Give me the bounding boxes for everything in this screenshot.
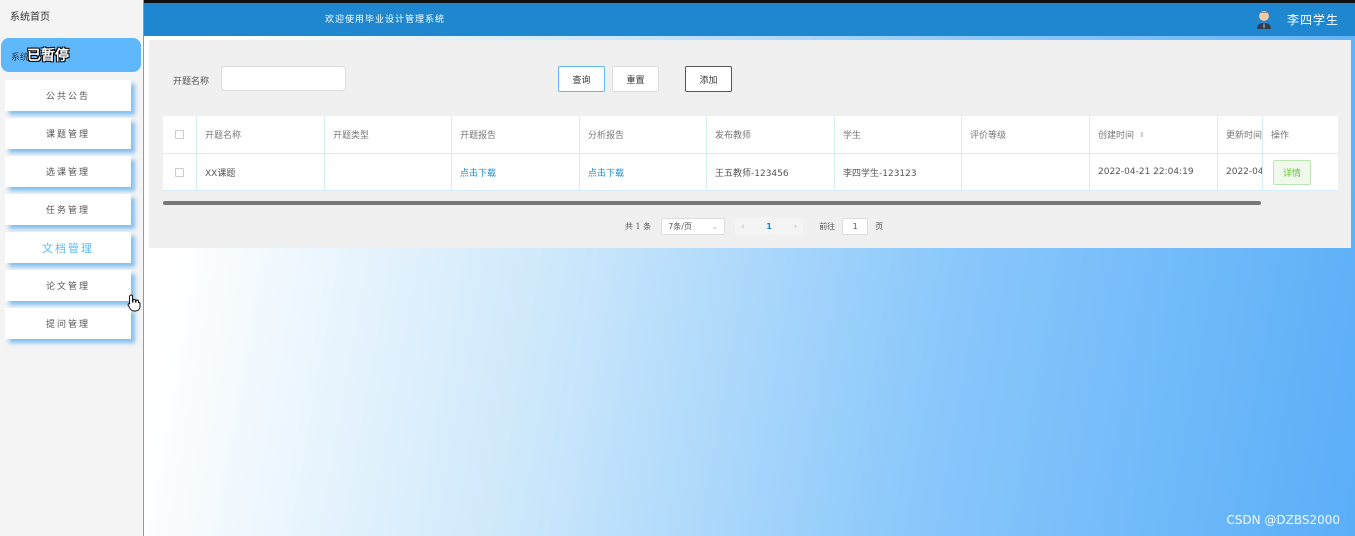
row-checkbox[interactable] (175, 167, 184, 177)
cell-updated-time: 2022-04 (1218, 154, 1263, 190)
csdn-watermark: CSDN @DZBS2000 (1226, 513, 1340, 527)
header-topic-name: 开题名称 (197, 116, 325, 153)
hand-cursor-icon (127, 294, 141, 312)
cell-teacher: 王五教师-123456 (707, 154, 835, 190)
header-updated-time: 更新时间 (1218, 116, 1263, 153)
header-title: 欢迎使用毕业设计管理系统 (325, 15, 446, 25)
next-page-icon[interactable]: › (794, 222, 798, 232)
download-analysis-report-link[interactable]: 点击下载 (588, 166, 624, 179)
cell-created-time: 2022-04-21 22:04:19 (1090, 154, 1218, 190)
cell-grade (962, 154, 1090, 190)
add-button[interactable]: 添加 (685, 66, 732, 92)
header-created-time[interactable]: 创建时间 ⇕ (1090, 116, 1218, 153)
sidebar-home-link[interactable]: 系统首页 (0, 0, 143, 36)
content-panel: 开题名称 查询 重置 添加 开题名称 开题类型 开题报告 分析报告 发布教师 学… (149, 40, 1351, 248)
table-horizontal-scrollbar[interactable] (163, 201, 1261, 205)
page-size-select[interactable]: 7条/页 ⌄ (661, 218, 726, 235)
reset-button[interactable]: 重置 (612, 66, 659, 92)
sidebar-item-papers[interactable]: 论文管理 (5, 270, 131, 301)
search-label: 开题名称 (173, 77, 210, 87)
pagination-total: 共 1 条 (625, 222, 652, 231)
sidebar-active-section[interactable]: 系统 已暂停 (1, 38, 141, 72)
goto-suffix: 页 (875, 222, 884, 231)
sidebar-item-course-selection[interactable]: 选课管理 (5, 156, 131, 187)
sidebar-item-documents[interactable]: 文档管理 (5, 232, 131, 263)
sidebar-item-questions[interactable]: 提问管理 (5, 308, 131, 339)
sidebar: 系统首页 系统 已暂停 公共公告 课题管理 选课管理 任务管理 文档管理 论文管… (0, 0, 144, 536)
pagination: 共 1 条 7条/页 ⌄ ‹ 1 › 前往 1 页 (625, 218, 883, 235)
top-header: 欢迎使用毕业设计管理系统 李四学生 (144, 0, 1355, 36)
query-button[interactable]: 查询 (558, 66, 605, 92)
user-avatar-icon (1256, 11, 1271, 29)
table-row: XX课题 点击下载 点击下载 王五教师-123456 李四学生-123123 2… (163, 154, 1338, 191)
sidebar-item-tasks[interactable]: 任务管理 (5, 194, 131, 225)
cell-student: 李四学生-123123 (835, 154, 962, 190)
cell-actions: 详情 (1263, 154, 1338, 190)
topic-name-search-input[interactable] (221, 66, 346, 91)
cell-topic-report: 点击下载 (452, 154, 580, 190)
select-all-checkbox[interactable] (175, 130, 184, 139)
sidebar-menu: 公共公告 课题管理 选课管理 任务管理 文档管理 论文管理 提问管理 (5, 80, 131, 346)
sort-icon[interactable]: ⇕ (1139, 131, 1145, 139)
main-content: 开题名称 查询 重置 添加 开题名称 开题类型 开题报告 分析报告 发布教师 学… (144, 36, 1355, 536)
goto-page-input[interactable]: 1 (842, 218, 869, 235)
header-actions: 操作 (1271, 131, 1290, 141)
header-created-label: 创建时间 (1098, 131, 1135, 141)
header-user[interactable]: 李四学生 (1255, 9, 1339, 29)
prev-page-icon[interactable]: ‹ (741, 222, 745, 232)
detail-button[interactable]: 详情 (1273, 159, 1312, 185)
header-teacher: 发布教师 (707, 116, 835, 153)
goto-prefix: 前往 (819, 222, 836, 231)
header-student: 学生 (835, 116, 962, 153)
table-header-row: 开题名称 开题类型 开题报告 分析报告 发布教师 学生 评价等级 创建时间 ⇕ 更… (163, 116, 1338, 154)
header-topic-type: 开题类型 (325, 116, 452, 153)
page-navigator: ‹ 1 › (735, 218, 804, 235)
cell-topic-type (325, 154, 452, 190)
row-checkbox-cell[interactable] (163, 154, 197, 190)
paused-overlay-text: 已暂停 (27, 48, 69, 64)
download-topic-report-link[interactable]: 点击下载 (460, 166, 496, 179)
header-analysis-report: 分析报告 (580, 116, 707, 153)
header-user-name: 李四学生 (1286, 12, 1339, 27)
topics-table: 开题名称 开题类型 开题报告 分析报告 发布教师 学生 评价等级 创建时间 ⇕ 更… (163, 116, 1338, 191)
sidebar-item-topics[interactable]: 课题管理 (5, 118, 131, 149)
chevron-down-icon: ⌄ (711, 222, 719, 231)
cell-topic-name: XX课题 (197, 154, 325, 190)
sidebar-item-announcements[interactable]: 公共公告 (5, 80, 131, 111)
header-checkbox-cell[interactable] (163, 116, 197, 153)
current-page-number[interactable]: 1 (766, 222, 772, 231)
page-size-value: 7条/页 (668, 222, 692, 231)
cell-analysis-report: 点击下载 (580, 154, 707, 190)
header-grade: 评价等级 (962, 116, 1090, 153)
header-topic-report: 开题报告 (452, 116, 580, 153)
